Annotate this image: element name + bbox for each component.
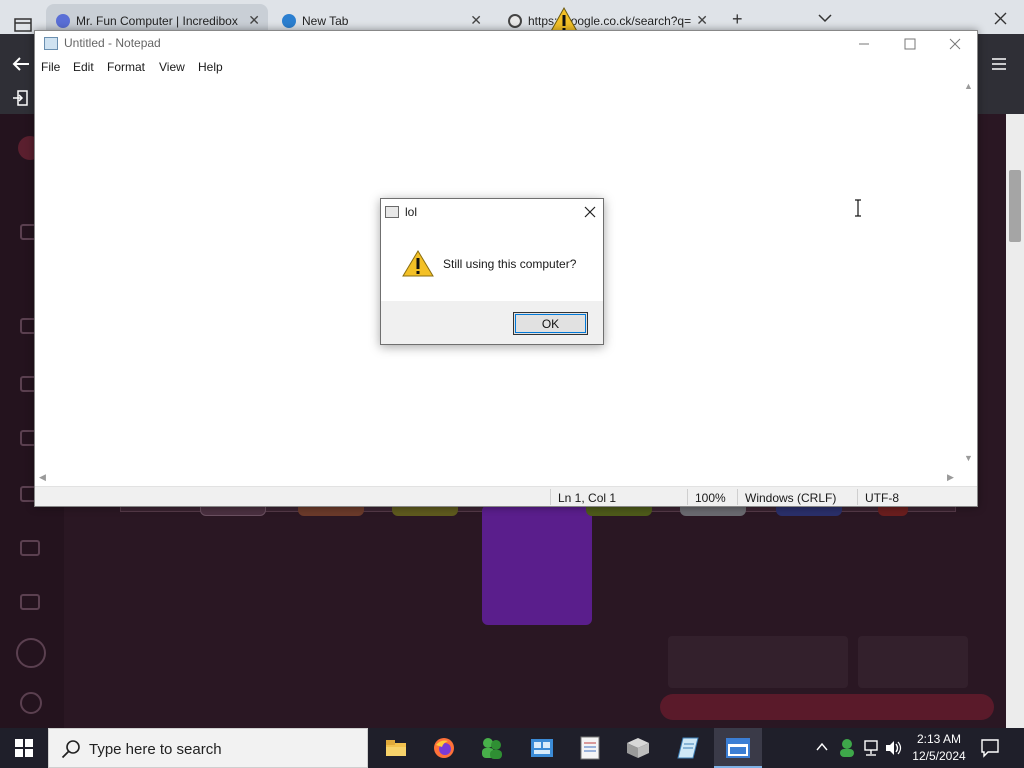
scroll-down-arrow-icon[interactable]: ▼ [964, 453, 973, 463]
clock-time: 2:13 AM [916, 732, 962, 746]
tab-list-chevron-icon[interactable] [818, 12, 832, 26]
notepad-horizontal-scrollbar[interactable]: ◀ ▶ [35, 469, 960, 486]
tab-search-icon [14, 18, 32, 32]
dialog-app-icon [385, 206, 399, 218]
hamburger-menu-icon[interactable] [992, 58, 1006, 73]
package-icon [627, 738, 649, 758]
dialog-body: Still using this computer? [381, 225, 603, 301]
promo-banner[interactable] [660, 694, 994, 720]
dialog-close-button[interactable] [577, 201, 603, 223]
tray-user-icon[interactable] [838, 738, 856, 761]
warning-icon [402, 249, 434, 280]
people-icon [482, 738, 502, 759]
back-arrow-icon[interactable] [12, 56, 30, 75]
status-divider [687, 489, 688, 505]
status-zoom: 100% [695, 491, 726, 505]
close-icon [949, 38, 961, 50]
document-icon [580, 736, 600, 760]
edge-favicon-icon [282, 14, 296, 28]
sidebar-avatar-icon[interactable] [20, 692, 42, 714]
new-tab-button[interactable]: + [732, 9, 743, 30]
info-card [668, 636, 848, 688]
maximize-icon [904, 38, 916, 50]
scroll-up-arrow-icon[interactable]: ▲ [964, 81, 973, 91]
scroll-right-arrow-icon[interactable]: ▶ [947, 472, 954, 483]
close-button[interactable] [932, 31, 978, 56]
network-icon[interactable] [862, 739, 880, 760]
status-encoding: UTF-8 [865, 491, 899, 505]
minimize-icon [859, 43, 869, 45]
dialog-title: lol [405, 205, 418, 219]
notification-center-icon[interactable] [980, 738, 1000, 761]
ok-button[interactable]: OK [513, 312, 588, 335]
notepad-title-bar[interactable]: Untitled - Notepad [35, 31, 977, 56]
search-icon [61, 739, 81, 762]
taskbar: Type here to search 2:13 AM 12/5/2024 [0, 728, 1024, 768]
control-panel-icon [531, 739, 553, 757]
browser-tab-strip: Mr. Fun Computer | Incredibox ✕ New Tab … [0, 0, 1024, 34]
firefox-icon [434, 738, 454, 758]
taskbar-firefox[interactable] [420, 728, 468, 768]
notepad-app-icon [44, 37, 58, 50]
taskbar-control-panel[interactable] [518, 728, 566, 768]
search-placeholder: Type here to search [89, 741, 222, 758]
menu-help[interactable]: Help [198, 60, 223, 74]
maximize-button[interactable] [887, 31, 933, 56]
menu-edit[interactable]: Edit [73, 60, 94, 74]
taskbar-people-app[interactable] [468, 728, 516, 768]
sidebar-item-icon[interactable] [20, 594, 40, 610]
taskbar-clock[interactable]: 2:13 AM 12/5/2024 [908, 731, 970, 765]
tab-close-icon[interactable]: ✕ [470, 12, 482, 29]
tab-label: New Tab [302, 14, 349, 28]
taskbar-notepad-app[interactable] [664, 728, 712, 768]
character-thumbnail[interactable] [482, 505, 592, 625]
sidebar-item-icon[interactable] [20, 540, 40, 556]
window-app-icon [726, 738, 750, 758]
dialog-button-area: OK [381, 301, 603, 344]
tab-strip-menu[interactable] [4, 4, 38, 34]
status-divider [550, 489, 551, 505]
tray-overflow-chevron-icon[interactable] [816, 740, 828, 755]
folder-icon [386, 740, 406, 756]
page-scrollbar-thumb[interactable] [1009, 170, 1021, 242]
taskbar-package-app[interactable] [614, 728, 662, 768]
clock-date: 12/5/2024 [912, 749, 966, 763]
menu-format[interactable]: Format [107, 60, 145, 74]
taskbar-notepad-doc[interactable] [566, 728, 614, 768]
page-scrollbar[interactable] [1006, 114, 1024, 728]
notepad-menu-bar: File Edit Format View Help [35, 57, 977, 77]
notepad-status-bar: Ln 1, Col 1 100% Windows (CRLF) UTF-8 [35, 486, 977, 506]
close-icon [584, 206, 596, 218]
scroll-left-arrow-icon[interactable]: ◀ [39, 472, 46, 483]
menu-file[interactable]: File [41, 60, 60, 74]
status-divider [857, 489, 858, 505]
taskbar-file-explorer[interactable] [372, 728, 420, 768]
volume-icon[interactable] [884, 739, 902, 760]
menu-view[interactable]: View [159, 60, 185, 74]
notepad-title: Untitled - Notepad [64, 36, 161, 50]
status-cursor-position: Ln 1, Col 1 [558, 491, 617, 505]
text-cursor-icon [853, 199, 863, 220]
tab-close-icon[interactable]: ✕ [248, 12, 260, 29]
start-button[interactable] [0, 728, 48, 768]
sign-in-icon[interactable] [12, 90, 28, 109]
browser-close-icon[interactable] [994, 12, 1007, 28]
incredibox-favicon-icon [56, 14, 70, 28]
taskbar-search-box[interactable]: Type here to search [48, 728, 368, 768]
google-favicon-icon [508, 14, 522, 28]
notepad-vertical-scrollbar[interactable]: ▲ ▼ [960, 77, 977, 469]
taskbar-dialog-app[interactable] [714, 728, 762, 768]
tab-close-icon[interactable]: ✕ [696, 12, 708, 29]
minimize-button[interactable] [841, 31, 887, 56]
dialog-title-bar[interactable]: lol [381, 199, 603, 225]
sidebar-add-icon[interactable] [16, 638, 46, 668]
message-box-dialog: lol Still using this computer? OK [380, 198, 604, 345]
notepad-icon [677, 737, 699, 759]
tab-label: Mr. Fun Computer | Incredibox [76, 14, 238, 28]
status-divider [737, 489, 738, 505]
info-card [858, 636, 968, 688]
status-line-ending: Windows (CRLF) [745, 491, 837, 505]
dialog-message: Still using this computer? [443, 257, 577, 271]
windows-logo-icon [15, 739, 33, 757]
